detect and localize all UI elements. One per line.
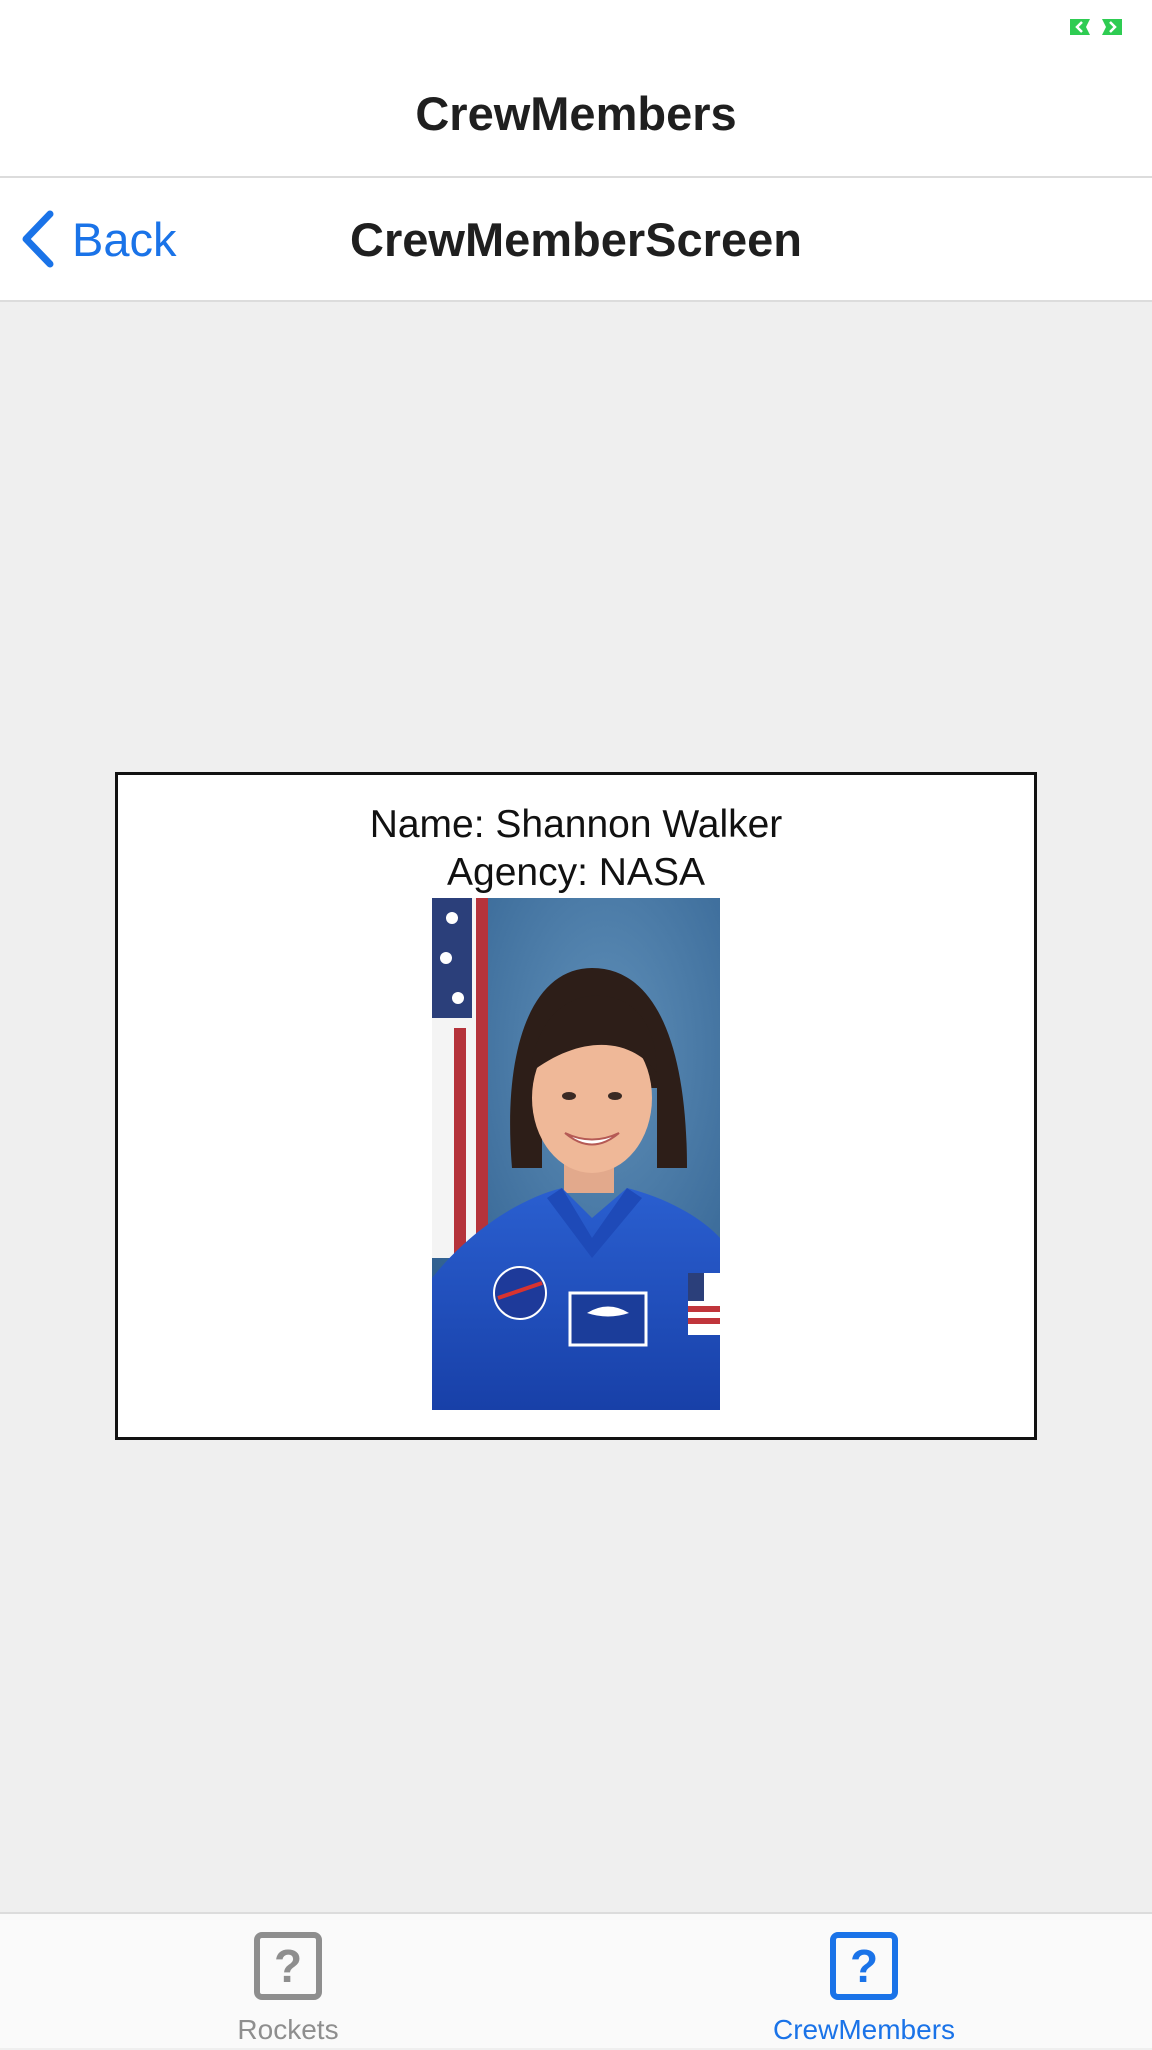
tab-crewmembers-label: CrewMembers xyxy=(772,2014,956,2045)
tab-crewmembers[interactable]: ? CrewMembers xyxy=(576,1914,1152,2050)
nav-bar: Back CrewMemberScreen xyxy=(0,178,1152,302)
question-mark-icon: ? xyxy=(830,1932,898,2000)
crew-member-card: Name: Shannon Walker Agency: NASA xyxy=(115,772,1037,1440)
tab-rockets[interactable]: ? Rockets xyxy=(0,1914,576,2050)
question-mark-icon: ? xyxy=(254,1932,322,2000)
crew-member-photo xyxy=(432,898,720,1410)
battery-indicator-icon xyxy=(1070,19,1122,35)
crew-member-agency: Agency: NASA xyxy=(447,851,705,894)
status-bar xyxy=(0,0,1152,56)
nav-title: CrewMemberScreen xyxy=(350,213,802,266)
tab-rockets-label: Rockets xyxy=(237,2014,339,2045)
top-header: CrewMembers xyxy=(0,56,1152,178)
tab-bar: ? Rockets ? CrewMembers xyxy=(0,1912,1152,2048)
crew-member-name: Name: Shannon Walker xyxy=(369,803,783,846)
top-header-title: CrewMembers xyxy=(415,87,737,140)
